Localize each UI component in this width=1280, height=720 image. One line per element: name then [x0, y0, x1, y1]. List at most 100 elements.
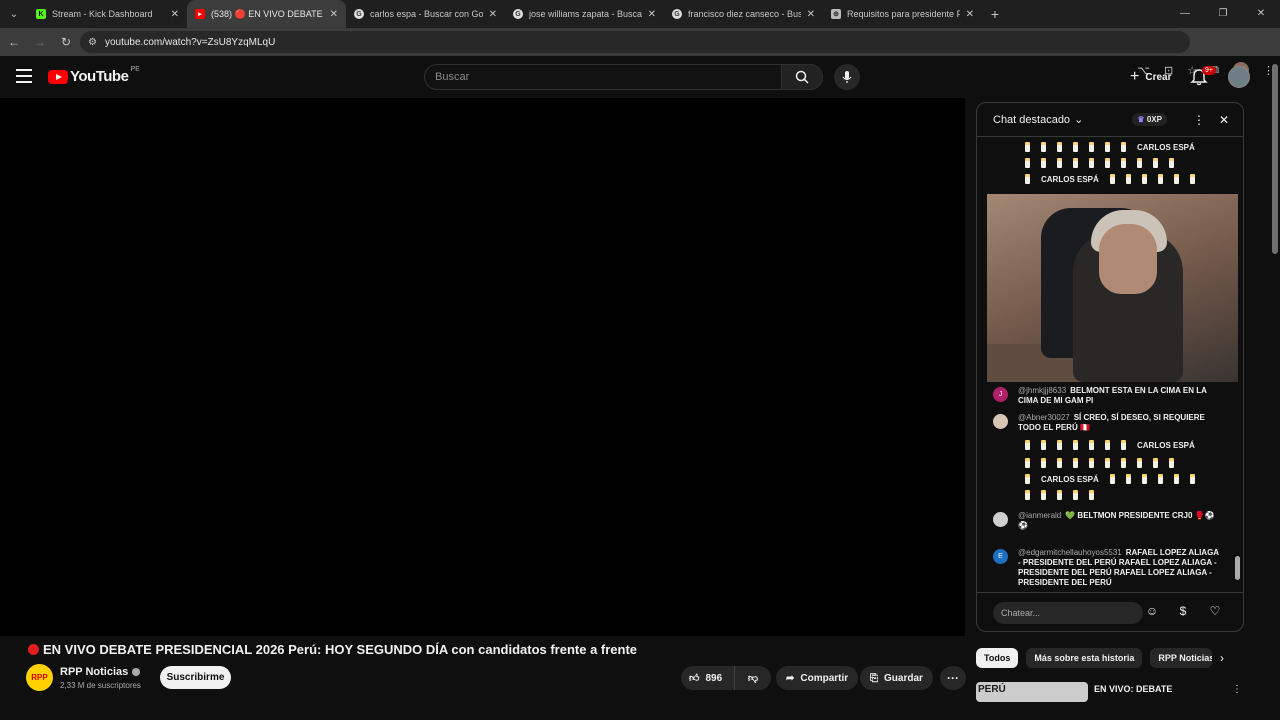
sticker-label: CARLOS ESPÁ: [1137, 440, 1195, 450]
emoji-icon[interactable]: ☺: [1143, 604, 1161, 622]
candle-icon: [1057, 158, 1062, 168]
candle-icon: [1189, 174, 1195, 184]
tab-close-icon[interactable]: ✕: [648, 9, 656, 20]
chip-mas-historia[interactable]: Más sobre esta historia: [1026, 648, 1143, 668]
candle-icon: [1041, 142, 1046, 152]
candle-icon: [1153, 158, 1158, 168]
candle-icon: [1109, 174, 1115, 184]
browser-tab-youtube[interactable]: ▸ (538) 🔴 EN VIVO DEBATE PRESIDENCIAL ✕: [187, 0, 346, 28]
reload-icon[interactable]: ↻: [54, 35, 78, 49]
browser-tab-google-2[interactable]: G jose williams zapata - Buscar con Goog…: [505, 0, 664, 28]
tab-search-dropdown-icon[interactable]: ⌄: [0, 0, 28, 28]
candle-sticker-row: CARLOS ESPÁ: [1025, 142, 1195, 152]
google-favicon-icon: G: [513, 9, 523, 19]
channel-avatar[interactable]: RPP: [26, 664, 53, 691]
related-more-icon[interactable]: ⋮: [1232, 684, 1242, 695]
back-arrow-icon[interactable]: ←: [2, 35, 26, 49]
menu-hamburger-icon[interactable]: [16, 69, 32, 83]
save-button[interactable]: ⎘ Guardar: [860, 666, 933, 690]
chat-message[interactable]: J @jhmkjjj8633 BELMONT ESTA EN LA CIMA EN…: [993, 386, 1223, 406]
address-bar[interactable]: ⚙ youtube.com/watch?v=ZsU8YzqMLqU: [80, 31, 1190, 53]
candle-icon: [1137, 158, 1142, 168]
tab-close-icon[interactable]: ✕: [966, 9, 974, 20]
chat-message[interactable]: @ianmerald 💚 BELTMON PRESIDENTE CRJ0 🥊⚽⚽: [993, 511, 1223, 531]
candle-icon: [1073, 458, 1078, 468]
chip-rpp[interactable]: RPP Noticias: [1150, 648, 1213, 668]
heart-icon[interactable]: ♡: [1206, 604, 1224, 622]
browser-tab-google-3[interactable]: G francisco diez canseco - Buscar con Go…: [664, 0, 823, 28]
more-actions-button[interactable]: ···: [940, 666, 966, 690]
thumbnail-text: PERÚ: [978, 684, 1006, 695]
chat-more-icon[interactable]: ⋮: [1193, 113, 1205, 127]
chat-input[interactable]: Chatear...: [993, 602, 1143, 624]
related-video[interactable]: PERÚ EN VIVO: DEBATE ⋮: [976, 682, 1244, 720]
chat-close-icon[interactable]: ✕: [1219, 113, 1229, 127]
voice-search-button[interactable]: [834, 64, 860, 90]
candle-icon: [1109, 474, 1115, 484]
forward-arrow-icon[interactable]: →: [28, 35, 52, 49]
chat-messages[interactable]: CARLOS ESPÁ CARLOS ESPÁ J @jhmkjjj8633 B…: [977, 138, 1243, 592]
search-button[interactable]: [781, 64, 823, 90]
candle-icon: [1141, 474, 1147, 484]
create-button[interactable]: + Crear: [1124, 66, 1177, 88]
candle-icon: [1121, 458, 1126, 468]
window-close-icon[interactable]: ✕: [1242, 0, 1280, 28]
site-info-icon[interactable]: ⚙: [88, 37, 97, 48]
like-button[interactable]: 👍︎ 896: [681, 666, 735, 690]
browser-tab-requisitos[interactable]: ⊕ Requisitos para presidente Perú ✕: [823, 0, 982, 28]
message-author: @edgarmitchellauhoyos5531: [1018, 548, 1122, 557]
candle-icon: [1121, 158, 1126, 168]
plus-icon: +: [1130, 68, 1140, 85]
search-input[interactable]: Buscar: [424, 64, 782, 90]
candle-icon: [1173, 474, 1179, 484]
live-chat-panel: Chat destacado ⌄ ♛ 0XP ⋮ ✕ CARLOS ESPÁ C…: [976, 102, 1244, 632]
minimize-icon[interactable]: —: [1166, 0, 1204, 28]
chat-message[interactable]: @Abner30027 SÍ CREO, SÍ DESEO, SI REQUIER…: [993, 413, 1223, 433]
tab-close-icon[interactable]: ✕: [489, 9, 497, 20]
candle-icon: [1125, 474, 1131, 484]
new-tab-plus-icon[interactable]: +: [982, 6, 1008, 22]
channel-name[interactable]: RPP Noticias: [60, 666, 141, 678]
browser-toolbar: ← → ↻ ⚙ youtube.com/watch?v=ZsU8YzqMLqU …: [0, 28, 1280, 78]
video-player[interactable]: [0, 98, 965, 636]
browser-tab-kick[interactable]: K Stream - Kick Dashboard ✕: [28, 0, 187, 28]
restore-icon[interactable]: ❐: [1204, 0, 1242, 28]
related-thumbnail[interactable]: PERÚ: [976, 682, 1088, 702]
xp-badge[interactable]: ♛ 0XP: [1132, 113, 1167, 126]
super-chat-icon[interactable]: $: [1174, 604, 1192, 622]
candle-icon: [1137, 458, 1142, 468]
dislike-button[interactable]: 👎︎: [735, 672, 771, 684]
tab-title: Requisitos para presidente Perú: [847, 9, 960, 19]
tab-close-icon[interactable]: ✕: [171, 9, 179, 20]
related-filter-chips: Todos Más sobre esta historia RPP Notici…: [976, 648, 1213, 670]
youtube-logo[interactable]: YouTube PE: [48, 66, 140, 85]
message-author: @ianmerald: [1018, 511, 1062, 520]
thumbs-up-icon: 👍︎: [689, 673, 700, 684]
chat-mode-dropdown[interactable]: Chat destacado ⌄: [993, 113, 1132, 127]
chip-todos[interactable]: Todos: [976, 648, 1019, 668]
sticker-label: CARLOS ESPÁ: [1137, 142, 1195, 152]
candle-icon: [1105, 142, 1110, 152]
candle-sticker-row: CARLOS ESPÁ: [1025, 440, 1195, 450]
page-scrollbar-thumb[interactable]: [1272, 64, 1278, 254]
chevron-right-icon[interactable]: ›: [1220, 651, 1224, 665]
candle-icon: [1057, 440, 1062, 450]
chat-header-title: Chat destacado: [993, 113, 1071, 126]
browser-tab-google-1[interactable]: G carlos espa - Buscar con Google ✕: [346, 0, 505, 28]
chat-message[interactable]: E @edgarmitchellauhoyos5531 RAFAEL LOPEZ …: [993, 548, 1223, 588]
share-button[interactable]: ➦ Compartir: [776, 666, 859, 690]
candle-icon: [1041, 490, 1046, 500]
candle-icon: [1073, 142, 1078, 152]
subscribe-button[interactable]: Suscribirme: [160, 666, 231, 689]
page-scrollbar[interactable]: [1270, 56, 1280, 720]
candle-icon: [1089, 158, 1094, 168]
tab-close-icon[interactable]: ✕: [330, 9, 338, 20]
sticker-label: CARLOS ESPÁ: [1041, 174, 1099, 184]
tab-close-icon[interactable]: ✕: [807, 9, 815, 20]
tab-title: carlos espa - Buscar con Google: [370, 9, 483, 19]
chat-scrollbar[interactable]: [1235, 556, 1240, 580]
candle-icon: [1057, 490, 1062, 500]
sticker-label: CARLOS ESPÁ: [1041, 474, 1099, 484]
account-avatar[interactable]: [1228, 66, 1250, 88]
url-text: youtube.com/watch?v=ZsU8YzqMLqU: [104, 36, 276, 48]
